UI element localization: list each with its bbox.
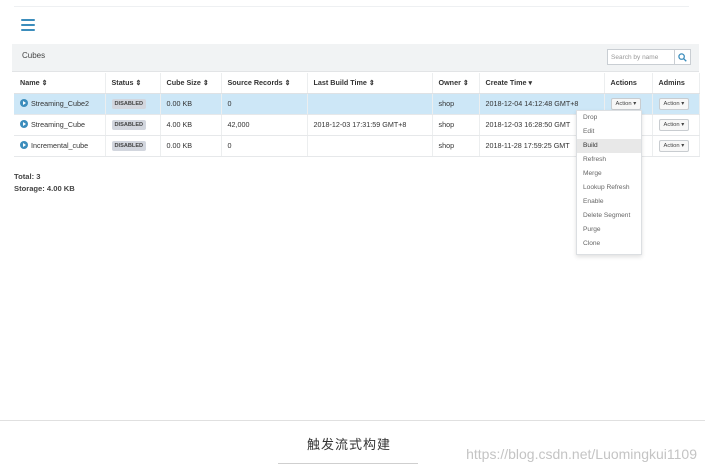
- search-button[interactable]: [674, 50, 690, 64]
- status-badge: DISABLED: [111, 120, 147, 130]
- admin-action-dropdown-button[interactable]: Action ▾: [658, 139, 690, 152]
- menu-item-merge[interactable]: Merge: [577, 167, 641, 181]
- cell-cube-size: 0.00 KB: [160, 93, 222, 115]
- col-header-owner[interactable]: Owner ⇕: [432, 73, 480, 94]
- status-badge: DISABLED: [111, 141, 147, 151]
- menu-item-build[interactable]: Build: [577, 139, 641, 153]
- cell-last-build-time: [307, 135, 433, 157]
- menu-item-purge[interactable]: Purge: [577, 223, 641, 237]
- col-header-actions: Actions: [604, 73, 653, 94]
- cell-admins: Action ▾: [652, 114, 700, 136]
- col-header-admins: Admins: [652, 73, 700, 94]
- menu-item-edit[interactable]: Edit: [577, 125, 641, 139]
- action-dropdown-button[interactable]: Action ▾: [610, 97, 642, 110]
- cell-admins: Action ▾: [652, 135, 700, 157]
- top-divider: [14, 6, 689, 7]
- watermark-text: https://blog.csdn.net/Luomingkui1109: [466, 446, 697, 462]
- cell-last-build-time: [307, 93, 433, 115]
- panel-header: Cubes: [12, 44, 699, 72]
- caption-underline: [278, 463, 418, 464]
- search-box: [607, 49, 691, 65]
- caption-divider: [0, 420, 705, 421]
- menu-item-clone[interactable]: Clone: [577, 237, 641, 251]
- expand-row-icon[interactable]: [20, 120, 28, 128]
- action-dropdown-menu: Drop Edit Build Refresh Merge Lookup Ref…: [576, 110, 642, 255]
- col-header-cube-size[interactable]: Cube Size ⇕: [160, 73, 222, 94]
- col-header-source-records[interactable]: Source Records ⇕: [221, 73, 308, 94]
- cell-owner: shop: [432, 135, 480, 157]
- cell-owner: shop: [432, 114, 480, 136]
- col-header-status[interactable]: Status ⇕: [105, 73, 161, 94]
- totals-summary: Total: 3 Storage: 4.00 KB: [14, 171, 75, 195]
- cell-cube-size: 0.00 KB: [160, 135, 222, 157]
- figure-caption: 触发流式构建: [307, 437, 392, 452]
- menu-item-delete-segment[interactable]: Delete Segment: [577, 209, 641, 223]
- cell-status: DISABLED: [105, 93, 161, 115]
- cell-status: DISABLED: [105, 135, 161, 157]
- cell-source-records: 42,000: [221, 114, 308, 136]
- panel-title: Cubes: [22, 51, 46, 60]
- cell-cube-size: 4.00 KB: [160, 114, 222, 136]
- cell-name[interactable]: Incremental_cube: [14, 135, 106, 157]
- col-header-create-time[interactable]: Create Time ▾: [479, 73, 605, 94]
- status-badge: DISABLED: [111, 99, 147, 109]
- menu-item-refresh[interactable]: Refresh: [577, 153, 641, 167]
- cell-source-records: 0: [221, 135, 308, 157]
- hamburger-menu-icon[interactable]: [21, 19, 35, 31]
- cell-last-build-time: 2018-12-03 17:31:59 GMT+8: [307, 114, 433, 136]
- cell-name[interactable]: Streaming_Cube: [14, 114, 106, 136]
- search-input[interactable]: [608, 50, 674, 64]
- col-header-name[interactable]: Name ⇕: [14, 73, 106, 94]
- storage-size: Storage: 4.00 KB: [14, 184, 75, 193]
- menu-item-enable[interactable]: Enable: [577, 195, 641, 209]
- search-icon: [678, 52, 687, 62]
- cube-name: Incremental_cube: [31, 141, 89, 150]
- cell-name[interactable]: Streaming_Cube2: [14, 93, 106, 115]
- cube-name: Streaming_Cube: [31, 120, 85, 129]
- cell-admins: Action ▾: [652, 93, 700, 115]
- cell-source-records: 0: [221, 93, 308, 115]
- cell-owner: shop: [432, 93, 480, 115]
- expand-row-icon[interactable]: [20, 141, 28, 149]
- col-header-last-build-time[interactable]: Last Build Time ⇕: [307, 73, 433, 94]
- cell-status: DISABLED: [105, 114, 161, 136]
- admin-action-dropdown-button[interactable]: Action ▾: [658, 97, 690, 110]
- total-count: Total: 3: [14, 172, 41, 181]
- menu-item-drop[interactable]: Drop: [577, 111, 641, 125]
- expand-row-icon[interactable]: [20, 99, 28, 107]
- admin-action-dropdown-button[interactable]: Action ▾: [658, 118, 690, 131]
- menu-item-lookup-refresh[interactable]: Lookup Refresh: [577, 181, 641, 195]
- cube-name: Streaming_Cube2: [31, 99, 89, 108]
- table-header-row: Name ⇕ Status ⇕ Cube Size ⇕ Source Recor…: [14, 73, 700, 94]
